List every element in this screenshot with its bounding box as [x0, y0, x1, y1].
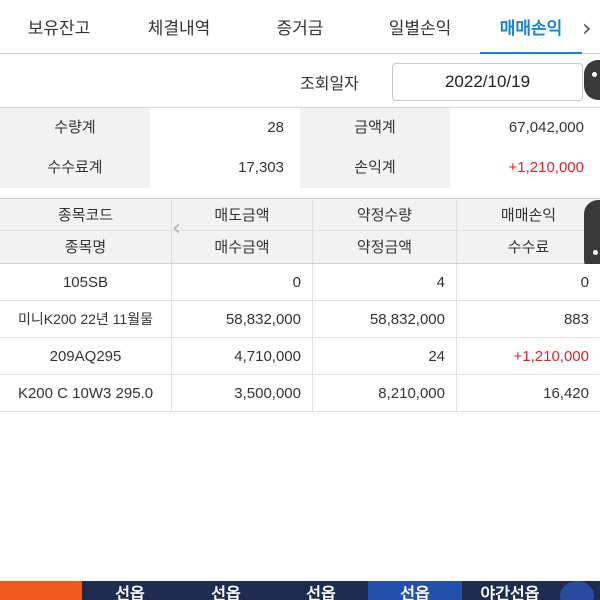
fee-total-label: 수수료계 [0, 148, 150, 188]
tab-bar: 보유잔고 체결내역 증거금 일별손익 매매손익 › [0, 0, 600, 55]
cell-qty: 58,832,000 [313, 301, 457, 338]
handle-dot-icon [592, 72, 597, 77]
bottom-menu-item-selected[interactable]: 선옵 [368, 581, 462, 600]
bottom-menu-item[interactable]: 선옵 [178, 581, 274, 600]
cell-pnl: 883 [563, 311, 589, 328]
cell-item: 미니K200 22년 11월물 [0, 301, 172, 338]
query-date-label: 조회일자 [300, 74, 359, 93]
bottom-menu-round-button[interactable] [560, 581, 594, 600]
cell-amount: 0 [172, 264, 313, 301]
cell-pnl: +1,210,000 [513, 348, 590, 365]
tab-margin[interactable]: 증거금 [240, 0, 360, 54]
header-row: 종목코드 매도금액 약정수량 매매손익 [0, 199, 600, 231]
col-header-trade-pnl: 매매손익 [500, 206, 557, 224]
cell-item: 105SB [0, 264, 172, 301]
table-row[interactable]: K200 C 10W3 295.0 3,500,000 8,210,000 16… [0, 375, 600, 412]
table-row[interactable]: 209AQ295 4,710,000 24 +1,210,000 [0, 338, 600, 375]
bottom-menu-logo[interactable] [0, 581, 82, 600]
tab-holdings[interactable]: 보유잔고 [0, 0, 118, 54]
bottom-menu-item[interactable]: 선옵 [82, 581, 178, 600]
cell-item: K200 C 10W3 295.0 [0, 375, 172, 412]
qty-total-label: 수량계 [0, 108, 150, 148]
chevron-left-icon[interactable]: ‹ [172, 216, 181, 241]
cell-qty: 24 [313, 338, 457, 375]
col-header-fee: 수수료 [507, 238, 550, 256]
col-header-code: 종목코드 [0, 199, 172, 231]
bottom-menu-bar: 선옵 선옵 선옵 선옵 야간선옵 [0, 581, 600, 600]
query-date-field[interactable]: 2022/10/19 [392, 63, 583, 101]
cell-pnl: 0 [580, 274, 589, 291]
tab-executions[interactable]: 체결내역 [118, 0, 240, 54]
cell-qty: 4 [313, 264, 457, 301]
col-header-name: 종목명 [0, 231, 172, 263]
cell-pnl: 16,420 [543, 385, 589, 402]
qty-total-value: 28 [150, 108, 300, 148]
right-scroll-handle[interactable] [584, 200, 600, 274]
table-row[interactable]: 미니K200 22년 11월물 58,832,000 58,832,000 88… [0, 301, 600, 338]
bottom-menu-item[interactable]: 선옵 [274, 581, 368, 600]
fee-total-value: 17,303 [150, 148, 300, 188]
cell-amount: 58,832,000 [172, 301, 313, 338]
col-header-buy-amount: 매수금액 [172, 231, 313, 263]
col-header-contract-qty: 약정수량 [313, 199, 457, 231]
chevron-right-icon[interactable]: › [582, 14, 600, 42]
summary-table: 수량계 28 금액계 67,042,000 수수료계 17,303 손익계 +1… [0, 108, 600, 188]
summary-row: 수량계 28 금액계 67,042,000 [0, 108, 600, 148]
table-row[interactable]: 105SB 0 4 0 [0, 264, 600, 301]
col-header-sell-amount: 매도금액 [172, 199, 313, 231]
cell-amount: 3,500,000 [172, 375, 313, 412]
header-row: 종목명 매수금액 약정금액 수수료 [0, 231, 600, 263]
pnl-total-value: +1,210,000 [450, 148, 600, 188]
amount-total-value: 67,042,000 [450, 108, 600, 148]
pnl-total-label: 손익계 [300, 148, 450, 188]
detail-table-header: 종목코드 매도금액 약정수량 매매손익 종목명 매수금액 약정금액 수수료 [0, 198, 600, 264]
tab-trade-pnl[interactable]: 매매손익 [480, 0, 582, 55]
cell-amount: 4,710,000 [172, 338, 313, 375]
cell-qty: 8,210,000 [313, 375, 457, 412]
bottom-menu-item[interactable]: 야간선옵 [462, 581, 558, 600]
cell-item: 209AQ295 [0, 338, 172, 375]
right-drawer-handle[interactable] [584, 60, 600, 100]
col-header-contract-amount: 약정금액 [313, 231, 457, 263]
tab-daily-pnl[interactable]: 일별손익 [360, 0, 480, 54]
handle-dot-icon [593, 250, 598, 255]
summary-row: 수수료계 17,303 손익계 +1,210,000 [0, 148, 600, 188]
amount-total-label: 금액계 [300, 108, 450, 148]
